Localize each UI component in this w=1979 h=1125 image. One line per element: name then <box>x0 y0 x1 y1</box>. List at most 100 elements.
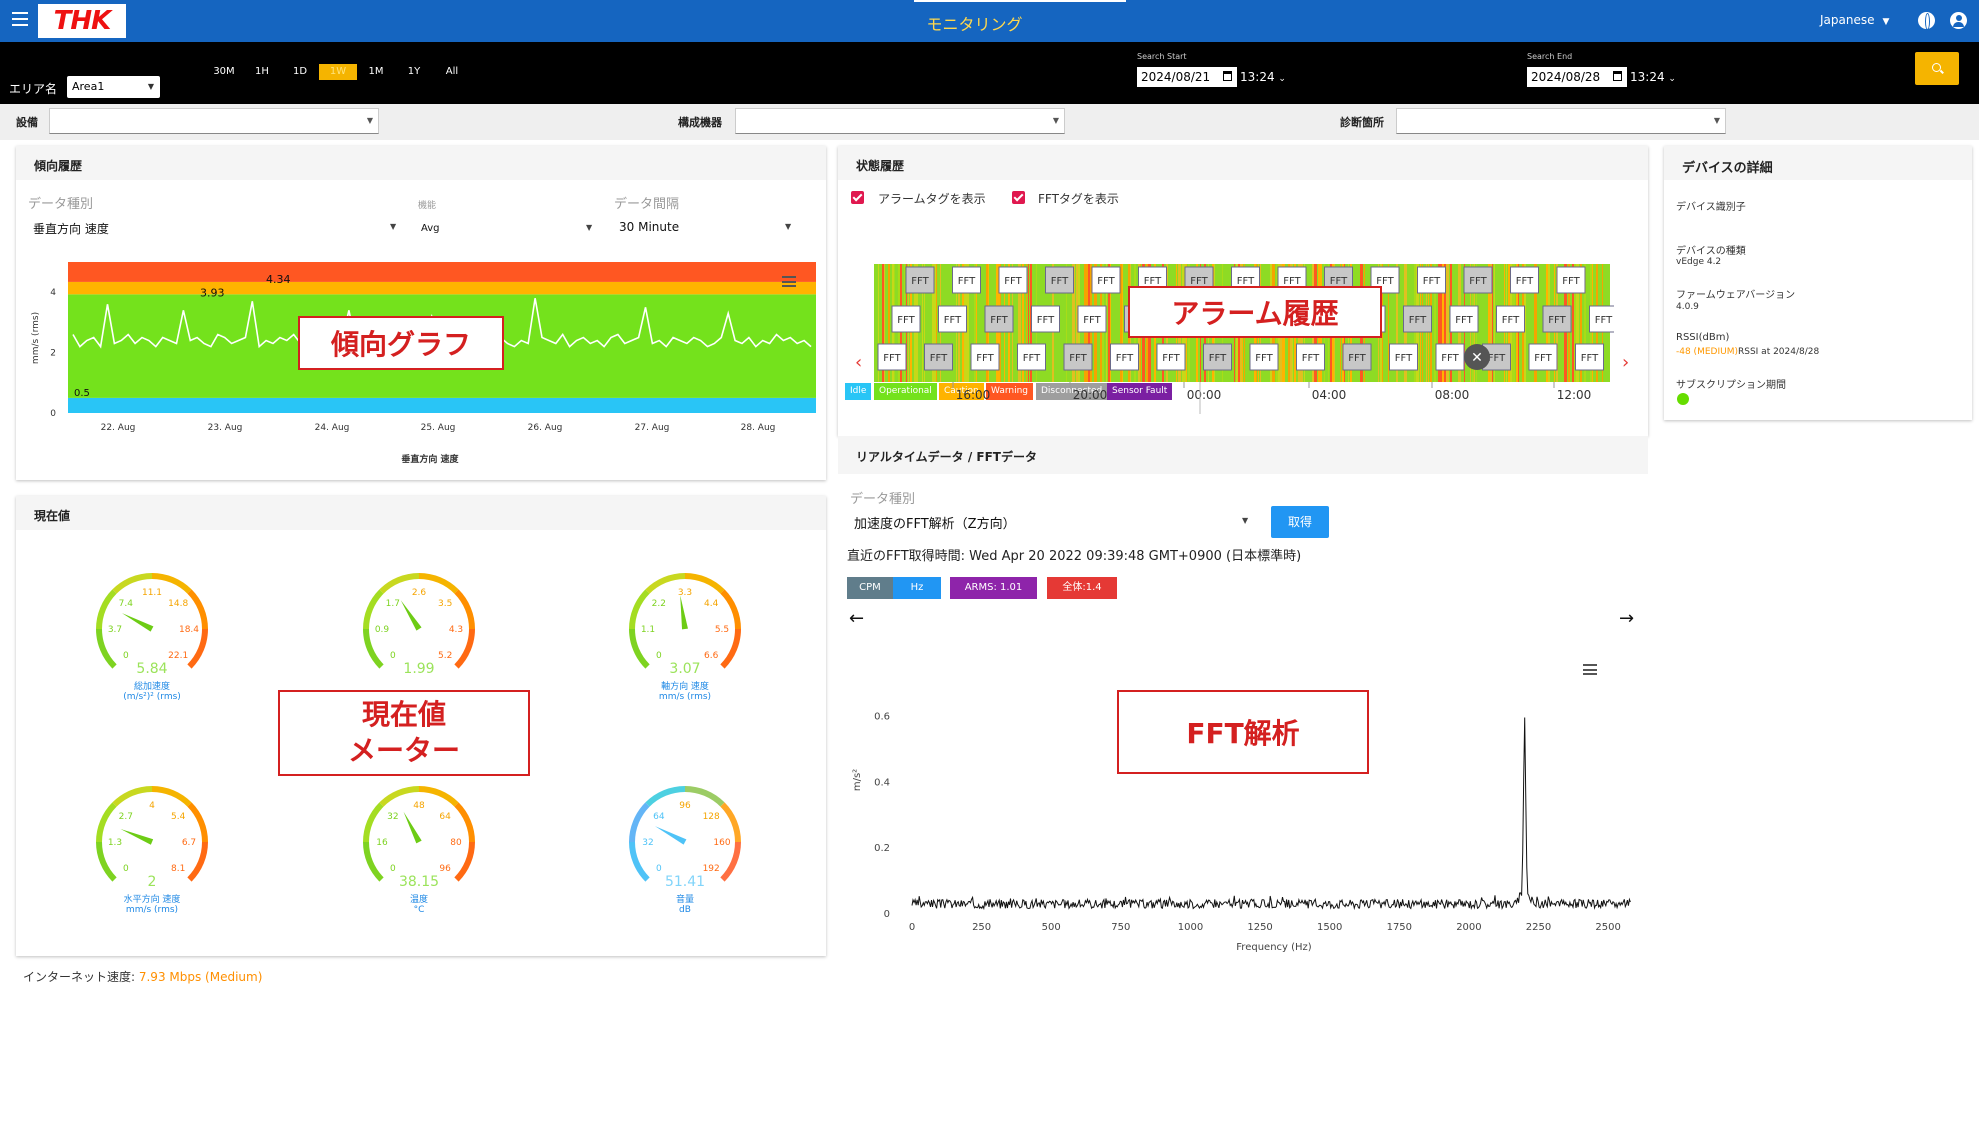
fft-tag[interactable]: FFT <box>938 305 967 333</box>
chevron-left-icon[interactable]: ‹ <box>855 352 862 373</box>
range-1h-button[interactable]: 1H <box>243 64 281 80</box>
fft-tag[interactable]: FFT <box>1435 343 1465 371</box>
range-all-button[interactable]: All <box>433 64 471 80</box>
fft-tag[interactable]: FFT <box>1091 266 1121 294</box>
fft-tag-checkbox[interactable] <box>1012 191 1025 204</box>
fft-tag[interactable]: FFT <box>970 343 1000 371</box>
range-30m-button[interactable]: 30M <box>205 64 243 80</box>
gauge-tick-label: 96 <box>439 864 451 874</box>
range-1w-button[interactable]: 1W <box>319 64 357 80</box>
area-select[interactable]: Area1 ▼ <box>67 76 160 98</box>
fft-tag[interactable]: FFT <box>1403 305 1432 333</box>
arrow-left-icon[interactable]: ← <box>849 608 864 629</box>
fft-tag[interactable]: FFT <box>1031 305 1060 333</box>
range-1d-button[interactable]: 1D <box>281 64 319 80</box>
fft-tag[interactable]: FFT <box>984 305 1014 333</box>
overall-badge: 全体:1.4 <box>1047 577 1117 599</box>
chevron-down-icon[interactable]: ▼ <box>785 222 791 231</box>
chevron-down-icon[interactable]: ▼ <box>1242 516 1248 525</box>
meter-annotation-line1: 現在値 <box>361 698 446 731</box>
trend-function-select[interactable]: Avg <box>421 223 440 234</box>
fft-tag[interactable]: FFT <box>1589 305 1615 333</box>
fft-tag[interactable]: FFT <box>1449 305 1479 333</box>
calendar-icon[interactable] <box>1223 71 1232 81</box>
fft-tag[interactable]: FFT <box>1045 266 1074 294</box>
fft-tag[interactable]: FFT <box>1249 343 1279 371</box>
search-end-label: Search End <box>1527 52 1573 61</box>
x-tick-label: 2500 <box>1595 922 1620 933</box>
component-label: 構成機器 <box>678 116 722 129</box>
fft-tag[interactable]: FFT <box>1342 343 1372 371</box>
fft-tag[interactable]: FFT <box>1203 343 1232 371</box>
trend-interval-select[interactable]: 30 Minute <box>619 220 679 234</box>
x-tick-label: 22. Aug <box>101 423 136 433</box>
language-selector[interactable]: Japanese ▼ <box>1820 13 1889 27</box>
gauge-tick-label: 0 <box>390 864 396 874</box>
fft-data-type-select[interactable]: 加速度のFFT解析（Z方向） <box>854 513 1016 532</box>
gauge-arc-segment <box>363 589 384 630</box>
equipment-select[interactable]: ▼ <box>49 108 379 134</box>
fft-tag[interactable]: FFT <box>924 343 953 371</box>
trend-interval-label: データ間隔 <box>614 197 680 212</box>
chevron-right-icon[interactable]: › <box>1622 352 1629 373</box>
fft-tag[interactable]: FFT <box>952 266 981 294</box>
fft-tag[interactable]: FFT <box>998 266 1028 294</box>
fft-tag[interactable]: FFT <box>1389 343 1418 371</box>
chart-menu-icon[interactable] <box>782 276 796 287</box>
fft-tag[interactable]: FFT <box>1110 343 1139 371</box>
chevron-down-icon[interactable]: ▼ <box>390 222 396 231</box>
threshold-band <box>68 397 816 413</box>
hz-button[interactable]: Hz <box>893 577 941 599</box>
chevron-down-icon[interactable]: ▼ <box>586 223 592 232</box>
range-1y-button[interactable]: 1Y <box>395 64 433 80</box>
fft-tag[interactable]: FFT <box>1296 343 1325 371</box>
cpm-button[interactable]: CPM <box>847 577 893 599</box>
fft-tag[interactable]: FFT <box>1063 343 1093 371</box>
search-start-date-input[interactable]: 2024/08/21 <box>1137 67 1237 87</box>
fetch-button[interactable]: 取得 <box>1271 506 1329 538</box>
x-tick-label: 0 <box>909 922 915 933</box>
search-start-time[interactable]: 13:24 ⌄ <box>1240 70 1286 84</box>
fft-tag[interactable]: FFT <box>891 305 921 333</box>
gauge-tick-label: 4.4 <box>704 599 719 609</box>
globe-icon[interactable] <box>1918 12 1935 30</box>
fft-tag[interactable]: FFT <box>877 343 907 371</box>
threshold-band <box>68 281 816 295</box>
gauge-dial: 0 3.7 7.4 11.1 14.8 18.4 22.15.84 <box>96 573 208 677</box>
search-button[interactable] <box>1915 52 1959 85</box>
fft-tag[interactable]: FFT <box>1528 343 1558 371</box>
x-tick-label: 24. Aug <box>315 423 350 433</box>
gauge-needle <box>400 600 422 631</box>
trend-data-type-select[interactable]: 垂直方向 速度 <box>33 220 109 237</box>
gauge-tick-label: 48 <box>413 801 425 811</box>
fft-tag[interactable]: FFT <box>1017 343 1046 371</box>
calendar-icon[interactable] <box>1613 71 1622 81</box>
rssi-value: -48 (MEDIUM)RSSI at 2024/8/28 <box>1676 347 1819 357</box>
arrow-right-icon[interactable]: → <box>1619 608 1634 629</box>
gauge-arc-segment <box>720 802 741 843</box>
fft-tag[interactable]: FFT <box>1575 343 1604 371</box>
range-1m-button[interactable]: 1M <box>357 64 395 80</box>
gauge-name: 総加速度 <box>133 682 170 692</box>
component-select[interactable]: ▼ <box>735 108 1065 134</box>
fft-tag[interactable]: FFT <box>1156 343 1186 371</box>
fft-tag[interactable]: FFT <box>1077 305 1107 333</box>
alarm-tag-checkbox[interactable] <box>851 191 864 204</box>
fft-tag[interactable]: FFT <box>905 266 935 294</box>
fft-tag[interactable]: FFT <box>1556 266 1586 294</box>
internet-speed-label: インターネット速度: <box>23 970 139 984</box>
diagnosis-select[interactable]: ▼ <box>1396 108 1726 134</box>
gauge-label: 温度 °C <box>359 895 479 915</box>
fft-tag[interactable]: FFT <box>1510 266 1539 294</box>
fft-tag[interactable]: FFT <box>1463 266 1493 294</box>
fft-chart-menu-icon[interactable] <box>1583 664 1597 675</box>
fft-tag[interactable]: FFT <box>1417 266 1446 294</box>
fft-tag[interactable]: FFT <box>1542 305 1572 333</box>
gauge-tick-label: 32 <box>642 838 653 848</box>
search-end-date-input[interactable]: 2024/08/28 <box>1527 67 1627 87</box>
account-icon[interactable] <box>1950 12 1967 29</box>
x-tick-label: 26. Aug <box>528 423 563 433</box>
search-end-time[interactable]: 13:24 ⌄ <box>1630 70 1676 84</box>
fft-tag-label: FFT <box>1083 315 1101 326</box>
fft-tag[interactable]: FFT <box>1496 305 1525 333</box>
